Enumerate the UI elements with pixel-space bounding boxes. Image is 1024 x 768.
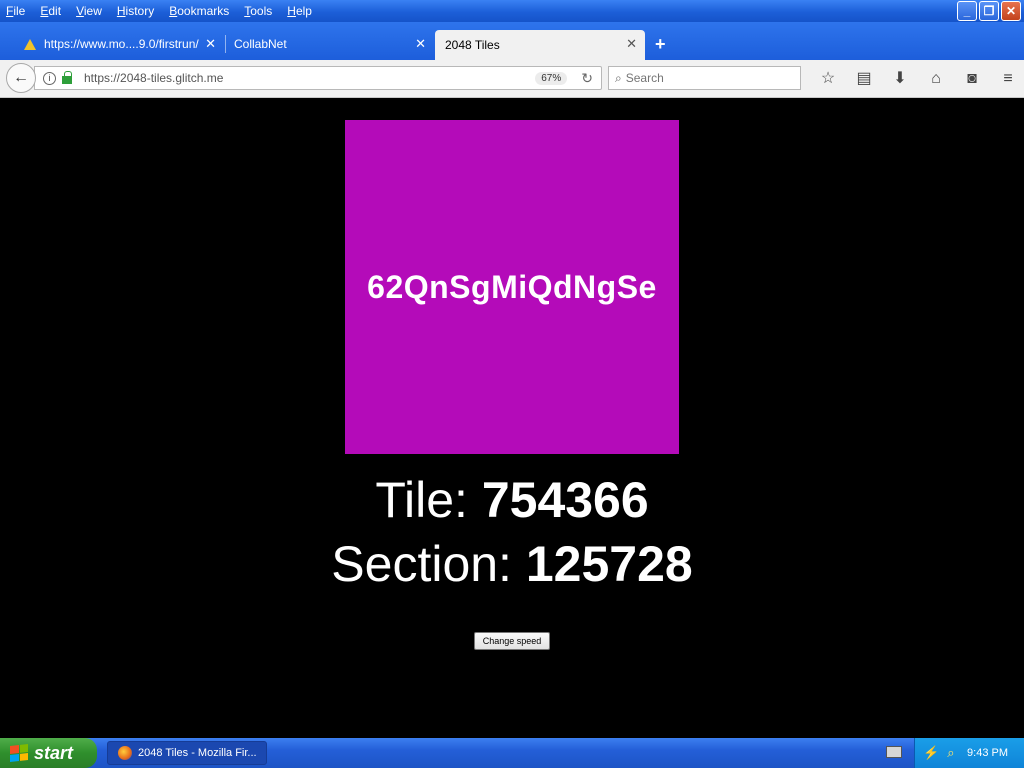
lock-icon (62, 71, 72, 84)
restore-button[interactable]: ❐ (979, 1, 999, 21)
toolbar-icons: ☆ ▤ ⬇ ⌂ ◙ ≡ (810, 67, 1024, 91)
window-controls: _ ❐ ✕ (957, 1, 1021, 21)
network-icon[interactable]: ⚡ (923, 745, 939, 761)
menu-help[interactable]: Help (287, 4, 312, 18)
search-tray-icon[interactable]: ⌕ (947, 745, 954, 761)
taskbar: start 2048 Tiles - Mozilla Fir... ⚡ ⌕ 9:… (0, 738, 1024, 768)
page-content: 62QnSgMiQdNgSe Tile: 754366 Section: 125… (0, 99, 1024, 738)
home-icon[interactable]: ⌂ (918, 67, 954, 91)
reading-list-icon[interactable]: ▤ (846, 67, 882, 91)
zoom-indicator[interactable]: 67% (535, 71, 568, 85)
section-label: Section: (331, 536, 512, 592)
search-box[interactable]: ⌕ (608, 66, 801, 90)
menu-history[interactable]: History (117, 4, 154, 18)
minimize-button[interactable]: _ (957, 1, 977, 21)
tab-label: https://www.mo....9.0/firstrun/ (44, 37, 199, 51)
keyboard-icon[interactable] (886, 746, 902, 758)
tab-firstrun[interactable]: https://www.mo....9.0/firstrun/ ✕ (14, 30, 224, 58)
tab-strip: https://www.mo....9.0/firstrun/ ✕ Collab… (0, 22, 1024, 60)
window-titlebar: File Edit View History Bookmarks Tools H… (0, 0, 1024, 22)
hamburger-menu-icon[interactable]: ≡ (990, 67, 1024, 91)
back-button[interactable]: ← (6, 63, 36, 93)
tab-collabnet[interactable]: CollabNet ✕ (224, 30, 434, 58)
search-input[interactable] (625, 71, 786, 85)
tab-2048-tiles[interactable]: 2048 Tiles ✕ (435, 30, 645, 60)
menu-view[interactable]: View (76, 4, 102, 18)
tab-close-icon[interactable]: ✕ (415, 36, 426, 52)
reload-icon[interactable]: ↻ (581, 70, 593, 87)
tile-code: 62QnSgMiQdNgSe (367, 268, 657, 305)
tab-close-icon[interactable]: ✕ (626, 36, 637, 52)
new-tab-button[interactable]: + (655, 34, 666, 55)
close-window-button[interactable]: ✕ (1001, 1, 1021, 21)
bookmark-star-icon[interactable]: ☆ (810, 67, 846, 91)
menu-edit[interactable]: Edit (40, 4, 61, 18)
download-icon[interactable]: ⬇ (882, 67, 918, 91)
navigation-toolbar: i https://2048-tiles.glitch.me 67% ↻ ← ⌕… (0, 60, 1024, 98)
tile-number: 754366 (481, 472, 649, 528)
system-tray: ⚡ ⌕ 9:43 PM (914, 738, 1024, 768)
menu-file[interactable]: File (6, 4, 25, 18)
section-number: 125728 (525, 536, 693, 592)
info-icon[interactable]: i (43, 71, 56, 85)
pocket-icon[interactable]: ◙ (954, 67, 990, 91)
taskbar-firefox-window[interactable]: 2048 Tiles - Mozilla Fir... (107, 741, 267, 765)
search-icon: ⌕ (615, 70, 622, 85)
change-speed-button[interactable]: Change speed (474, 632, 550, 650)
warning-icon (24, 38, 36, 50)
url-bar[interactable]: i https://2048-tiles.glitch.me 67% ↻ (34, 66, 602, 90)
start-label: start (34, 742, 74, 763)
tab-label: 2048 Tiles (445, 38, 500, 52)
menu-bar: File Edit View History Bookmarks Tools H… (0, 4, 327, 18)
tab-label: CollabNet (234, 37, 287, 51)
clock: 9:43 PM (967, 747, 1008, 759)
tile-square: 62QnSgMiQdNgSe (345, 120, 679, 454)
menu-tools[interactable]: Tools (244, 4, 272, 18)
firefox-icon (118, 746, 132, 760)
tile-counter: Tile: 754366 (0, 471, 1024, 529)
start-button[interactable]: start (0, 738, 97, 768)
section-counter: Section: 125728 (0, 535, 1024, 593)
windows-logo-icon (10, 744, 28, 762)
url-text[interactable]: https://2048-tiles.glitch.me (84, 71, 535, 85)
tab-close-icon[interactable]: ✕ (205, 36, 216, 52)
menu-bookmarks[interactable]: Bookmarks (169, 4, 229, 18)
taskbar-item-label: 2048 Tiles - Mozilla Fir... (138, 747, 257, 759)
tile-label: Tile: (375, 472, 468, 528)
